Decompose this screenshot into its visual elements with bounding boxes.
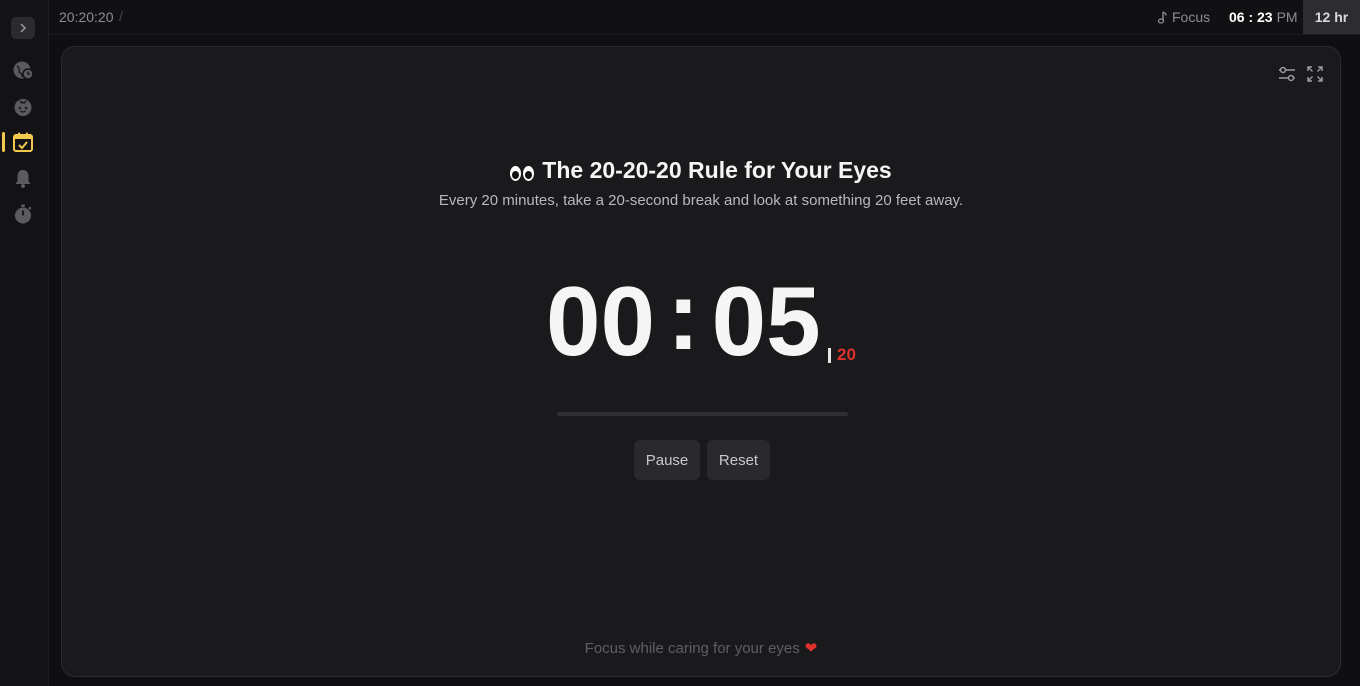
time-format-toggle[interactable]: 12 hr xyxy=(1303,0,1360,34)
focus-music-button[interactable]: Focus xyxy=(1157,9,1210,25)
timer-seconds: 05 xyxy=(711,266,821,376)
heart-icon: ❤ xyxy=(804,640,818,657)
focus-label: Focus xyxy=(1172,9,1211,25)
breadcrumb-current: 20:20:20 xyxy=(59,9,114,25)
top-bar: 20:20:20 / Focus 06 : 23 PM 12 hr xyxy=(49,0,1360,35)
pause-button[interactable]: Pause xyxy=(634,440,700,480)
stopwatch-icon xyxy=(15,204,32,224)
title-text: The 20-20-20 Rule for Your Eyes xyxy=(542,157,892,183)
reset-button[interactable]: Reset xyxy=(707,440,770,480)
timer-total: 20 xyxy=(837,345,856,364)
app-window: 20:20:20 / Focus 06 : 23 PM 12 hr The 20… xyxy=(0,0,1360,686)
timer-total-indicator: 20 xyxy=(828,345,856,365)
sidebar-item-20-20-20[interactable] xyxy=(12,131,34,153)
clock-period: PM xyxy=(1276,9,1298,25)
tomato-icon xyxy=(14,99,32,116)
eyes-icon xyxy=(510,166,535,181)
breadcrumb-separator: / xyxy=(119,8,123,24)
music-note-icon xyxy=(1157,10,1167,24)
calendar-check-icon xyxy=(13,132,33,152)
countdown-display: 00:05 xyxy=(546,266,821,370)
footer-text: Focus while caring for your eyes xyxy=(584,640,800,657)
footer-note: Focus while caring for your eyes ❤ xyxy=(62,639,1340,657)
sidebar-item-world-clock[interactable] xyxy=(12,59,34,81)
sidebar-item-reminders[interactable] xyxy=(12,167,34,189)
timer-divider xyxy=(828,347,831,363)
settings-button[interactable] xyxy=(1278,65,1296,83)
sliders-icon xyxy=(1279,66,1295,82)
chevron-right-icon xyxy=(20,23,27,33)
page-title: The 20-20-20 Rule for Your Eyes xyxy=(62,157,1340,184)
sidebar-item-stopwatch[interactable] xyxy=(12,203,34,225)
fullscreen-button[interactable] xyxy=(1306,65,1324,83)
page-subtitle: Every 20 minutes, take a 20-second break… xyxy=(438,192,964,209)
progress-bar xyxy=(557,412,848,416)
expand-icon xyxy=(1307,66,1323,82)
clock-time: 06 : 23 xyxy=(1229,9,1273,25)
globe-clock-icon xyxy=(13,61,34,80)
sidebar-active-indicator xyxy=(2,132,5,152)
timer-card: The 20-20-20 Rule for Your Eyes Every 20… xyxy=(61,46,1341,677)
bell-icon xyxy=(15,170,31,188)
header-clock: 06 : 23 PM xyxy=(1229,9,1298,25)
sidebar-item-pomodoro[interactable] xyxy=(12,95,34,117)
timer-colon: : xyxy=(667,260,700,370)
sidebar-expand-button[interactable] xyxy=(11,17,35,39)
timer-minutes: 00 xyxy=(546,266,656,376)
sidebar xyxy=(0,0,49,686)
card-toolbar xyxy=(1278,65,1324,83)
